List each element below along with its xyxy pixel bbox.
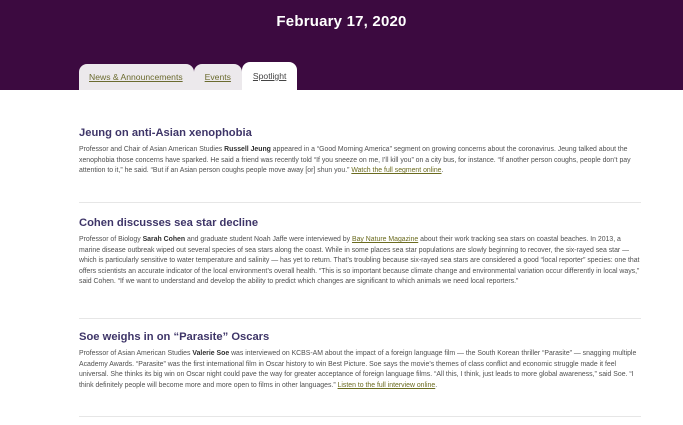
article-text: Professor and Chair of Asian American St… — [79, 146, 225, 153]
listen-online-link[interactable]: Listen to the full interview online — [338, 382, 436, 389]
article-title: Cohen discusses sea star decline — [79, 217, 259, 229]
person-name: Sarah Cohen — [142, 236, 186, 243]
person-name: Russell Jeung — [224, 146, 271, 153]
article-body: Professor and Chair of Asian American St… — [79, 145, 641, 177]
article-text: about their work tracking sea stars on c… — [79, 236, 640, 286]
bay-nature-link[interactable]: Bay Nature Magazine — [352, 236, 418, 243]
tab-events[interactable]: Events — [193, 64, 242, 90]
article-cohen: Cohen discusses sea star decline Profess… — [79, 216, 641, 288]
watch-online-link[interactable]: Watch the full segment online — [351, 167, 441, 174]
person-name: Valerie Soe — [192, 350, 230, 357]
article-text: Professor of Biology — [79, 236, 143, 243]
article-text: and graduate student Noah Jaffe were int… — [185, 236, 352, 243]
tab-spotlight[interactable]: Spotlight — [241, 62, 298, 90]
article-divider — [79, 416, 641, 417]
article-title: Soe weighs in on “Parasite” Oscars — [79, 331, 270, 343]
article-jeung: Jeung on anti-Asian xenophobia Professor… — [79, 126, 641, 177]
article-divider — [79, 202, 641, 203]
article-divider — [79, 318, 641, 319]
article-text: Professor of Asian American Studies — [79, 350, 193, 357]
article-text: . — [435, 381, 438, 389]
header-date: February 17, 2020 — [276, 13, 407, 30]
newsletter-page: February 17, 2020 News & Announcements E… — [0, 0, 683, 425]
article-body: Professor of Asian American Studies Vale… — [79, 349, 641, 391]
article-title: Jeung on anti-Asian xenophobia — [79, 127, 252, 139]
tab-bar: News & Announcements Events Spotlight — [79, 62, 298, 90]
article-soe: Soe weighs in on “Parasite” Oscars Profe… — [79, 330, 641, 391]
article-text: . — [441, 167, 444, 175]
article-body: Professor of Biology Sarah Cohen and gra… — [79, 235, 641, 288]
tab-news-announcements[interactable]: News & Announcements — [79, 64, 194, 90]
